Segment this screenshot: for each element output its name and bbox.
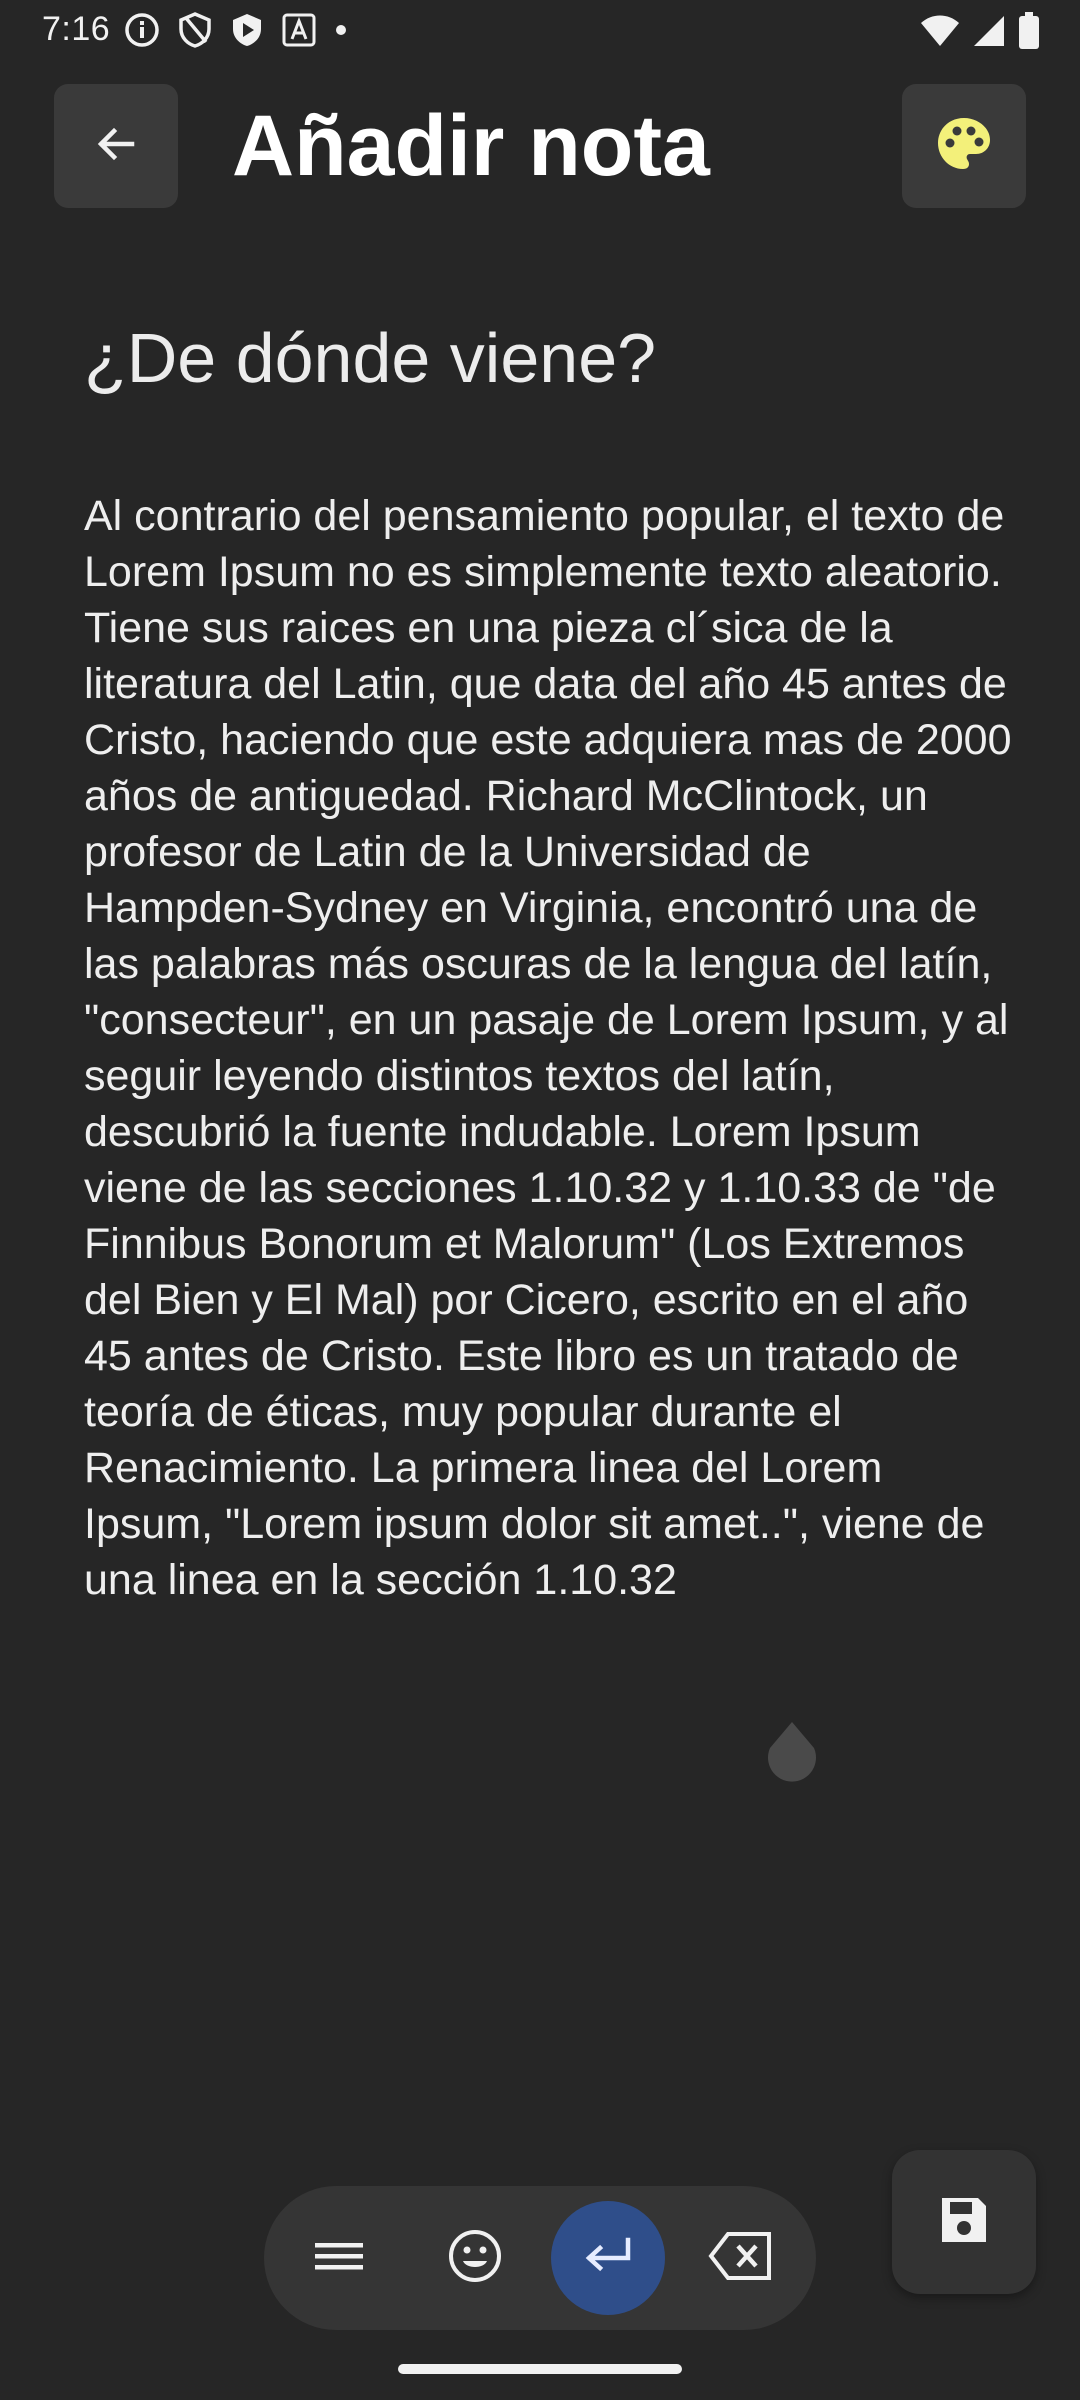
backspace-button[interactable] <box>684 2201 798 2315</box>
palette-icon <box>934 114 994 179</box>
signal-icon <box>972 14 1006 53</box>
save-icon <box>938 2194 990 2251</box>
font-icon <box>282 13 316 52</box>
emoji-icon <box>447 2228 503 2289</box>
dot-icon <box>334 23 348 42</box>
color-palette-button[interactable] <box>902 84 1026 208</box>
status-time: 7:16 <box>42 10 111 48</box>
menu-icon <box>313 2230 365 2287</box>
gesture-navigation-bar[interactable] <box>398 2364 682 2374</box>
bottom-toolbar <box>264 2186 816 2330</box>
save-button[interactable] <box>892 2150 1036 2294</box>
enter-button[interactable] <box>551 2201 665 2315</box>
status-bar: 7:16 <box>0 0 1080 60</box>
battery-icon <box>1018 12 1040 55</box>
text-cursor-handle[interactable] <box>766 1722 818 1784</box>
backspace-icon <box>708 2230 774 2287</box>
back-button[interactable] <box>54 84 178 208</box>
arrow-left-icon <box>92 120 140 173</box>
note-title-field[interactable]: ¿De dónde viene? <box>84 316 1004 400</box>
status-icons-right <box>920 12 1040 55</box>
shield-play-icon <box>230 12 264 53</box>
status-icons-left <box>124 12 348 53</box>
info-icon <box>124 12 160 53</box>
page-title: Añadir nota <box>232 98 710 194</box>
menu-button[interactable] <box>282 2201 396 2315</box>
wifi-icon <box>920 14 960 53</box>
emoji-button[interactable] <box>418 2201 532 2315</box>
top-app-bar: Añadir nota <box>0 84 1080 208</box>
enter-icon <box>580 2228 636 2289</box>
shield-icon <box>178 12 212 53</box>
note-body-field[interactable]: Al contrario del pensamiento popular, el… <box>84 488 1014 1608</box>
